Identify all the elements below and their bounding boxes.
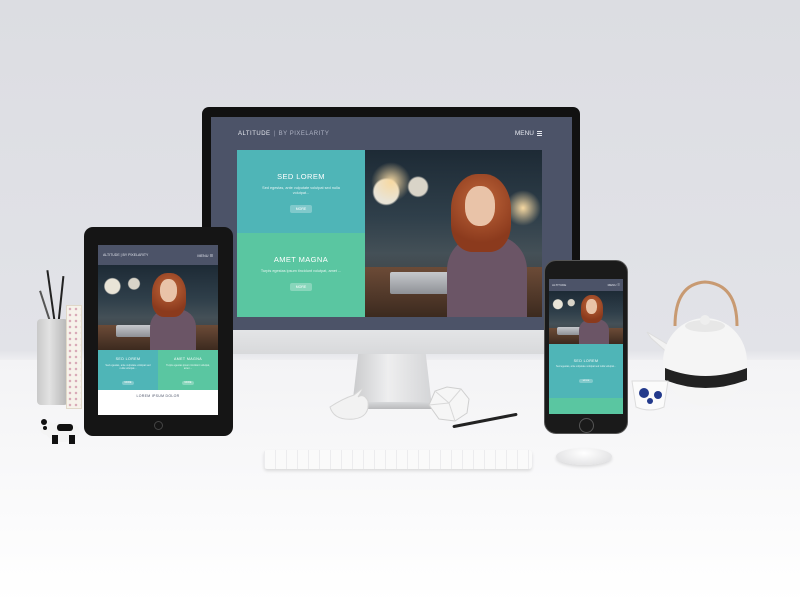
panel-heading: AMET MAGNA [173,357,203,361]
hamburger-icon [537,131,542,136]
mouse [556,448,612,465]
footer-section: LOREM IPSUM DOLOR [98,390,218,415]
brand-tagline: BY PIXELARITY [122,253,149,257]
brand-name: ALTITUDE [103,253,120,257]
feature-panel-sed-lorem: SED LOREM Sed egestas, ante vulputate vo… [98,350,158,390]
site-navbar: ALTITUDE | BY PIXELARITY MENU [211,117,572,147]
patterned-ruler [66,305,82,409]
ceramic-bird [329,386,369,420]
hero-photo [365,150,542,317]
feature-panel-amet-magna: AMET MAGNA Turpis egestas ipsum tincidun… [237,233,365,317]
panel-text: Sed egestas, ante vulputate volutpat sed… [556,365,616,368]
feature-panel-sed-lorem: SED LOREM Sed egestas, ante vulputate vo… [549,344,623,398]
imac-screen: ALTITUDE | BY PIXELARITY MENU SED LOREM Se… [211,117,572,330]
menu-button[interactable]: MENU ☰ [608,283,620,287]
feature-panel-amet-magna: AMET MAGNA Turpis egestas ipsum tincidun… [158,350,218,390]
tablet-screen: ALTITUDE | BY PIXELARITY MENU ☰ SED LORE… [98,245,218,415]
phone-home-button [579,418,594,433]
brand-tagline: BY PIXELARITY [278,131,330,137]
panel-heading: SED LOREM [573,359,599,363]
phone-screen: ALTITUDE MENU ☰ SED LOREM Sed egestas, a… [549,279,623,414]
menu-button[interactable]: MENU [515,130,542,137]
panel-text: Sed egestas, ante vulputate volutpat sed… [105,364,151,370]
panel-text: Sed egestas, ante vulputate volutpat sed… [262,186,340,195]
hero-photo [98,265,218,350]
panel-heading: SED LOREM [115,357,141,361]
tablet-home-button [154,421,163,430]
crumpled-paper [428,386,470,422]
concrete-pen-holder [37,319,68,405]
more-button[interactable]: MORE [181,381,195,385]
menu-label: MENU [514,130,534,137]
brand-name: ALTITUDE [238,131,271,137]
menu-label: MENU [197,254,209,258]
panel-heading: SED LOREM [277,172,325,181]
feature-panel-sed-lorem: SED LOREM Sed egestas, ante vulputate vo… [237,150,365,233]
panel-heading: AMET MAGNA [273,255,329,264]
panel-text: Turpis egestas ipsum tincidunt volutpat,… [166,364,210,370]
more-button[interactable]: MORE [289,283,313,291]
menu-label: MENU [607,283,617,287]
hero-photo [549,291,623,344]
site-brand[interactable]: ALTITUDE | BY PIXELARITY [103,253,148,257]
menu-button[interactable]: MENU ☰ [197,253,213,258]
footer-heading: LOREM IPSUM DOLOR [136,394,180,398]
patterned-cup [631,380,669,411]
more-button[interactable]: MORE [578,379,594,383]
site-brand[interactable]: ALTITUDE [552,283,566,287]
pen [57,276,65,322]
site-brand[interactable]: ALTITUDE | BY PIXELARITY [238,131,329,137]
keyboard [264,450,532,469]
green-section [549,398,623,414]
more-button[interactable]: MORE [121,381,135,385]
more-button[interactable]: MORE [289,205,313,213]
panda-figurine [40,419,80,444]
brand-name: ALTITUDE [552,283,567,287]
panel-text: Turpis egestas ipsum tincidunt volutpat,… [260,269,342,273]
